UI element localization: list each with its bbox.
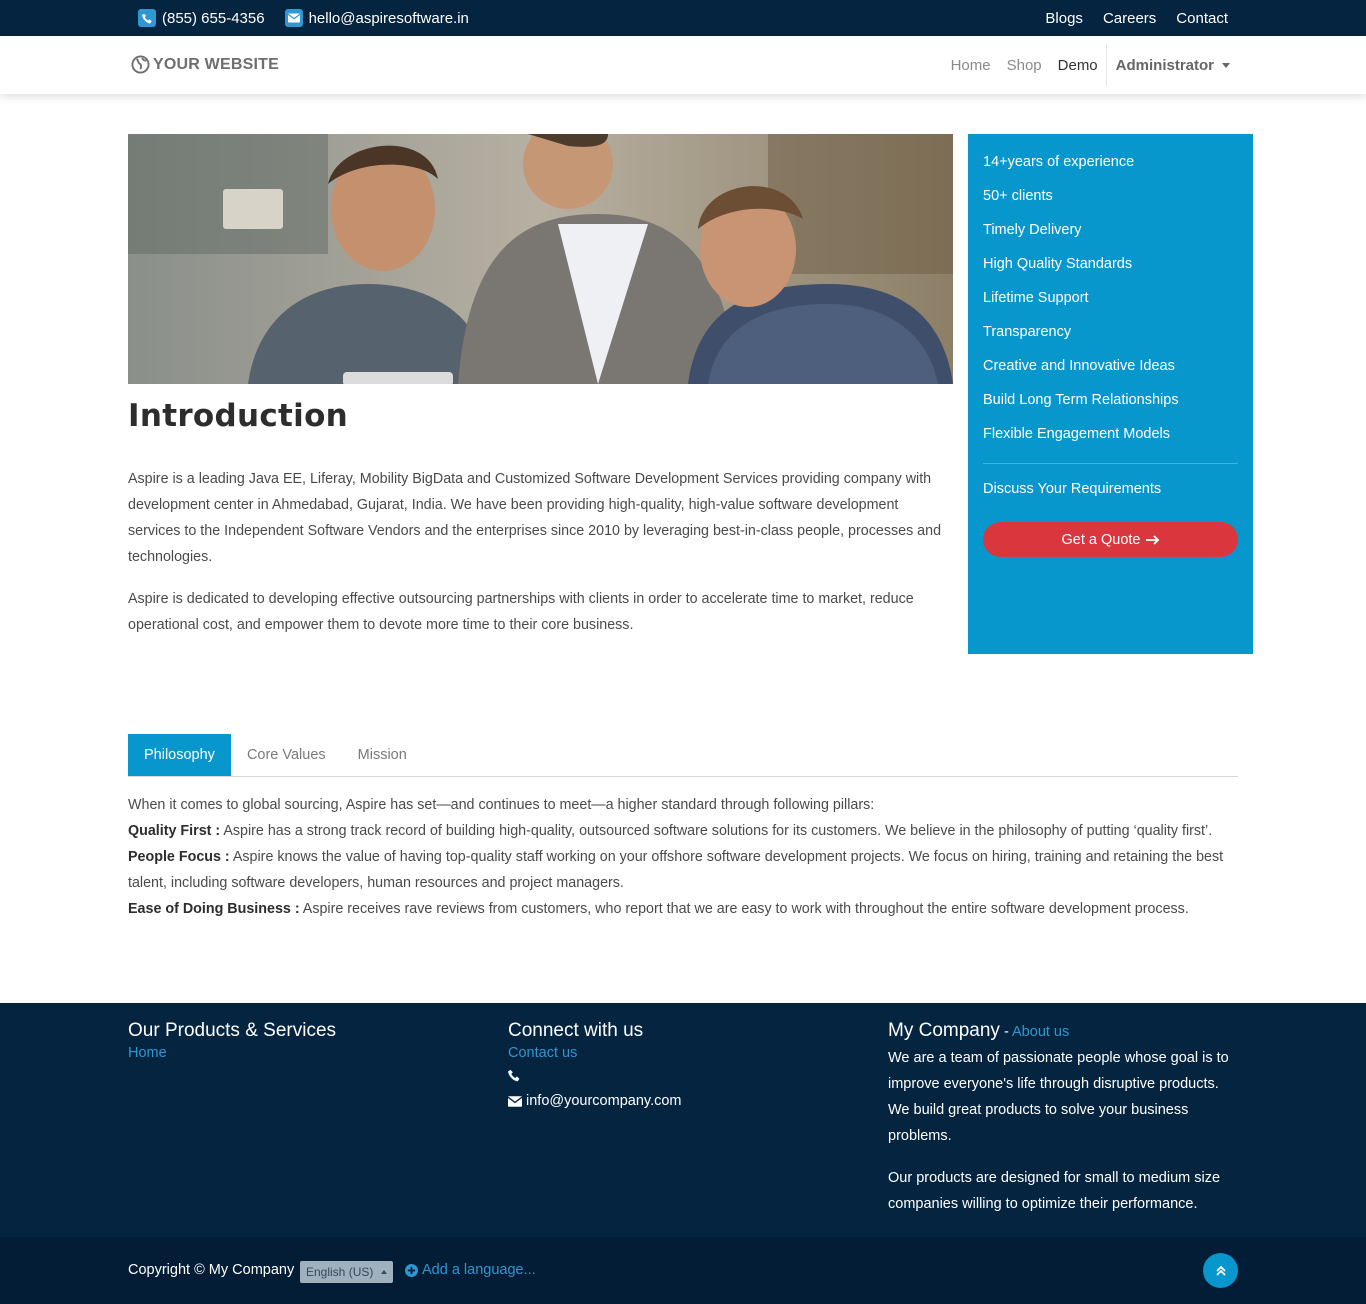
nav-shop[interactable]: Shop <box>999 57 1050 74</box>
get-quote-label: Get a Quote <box>1061 531 1141 548</box>
top-bar: (855) 655-4356 hello@aspiresoftware.in B… <box>0 0 1366 36</box>
topbar-link-blogs[interactable]: Blogs <box>1045 10 1083 27</box>
logo-text: YOUR WEBSITE <box>153 55 279 73</box>
phone-number: (855) 655-4356 <box>162 9 265 27</box>
intro-title: Introduction <box>128 398 349 434</box>
footer-email-address: info@yourcompany.com <box>526 1093 682 1109</box>
site-footer: Our Products & Services Home Connect wit… <box>0 1003 1366 1237</box>
phone-contact[interactable]: (855) 655-4356 <box>138 9 265 27</box>
pillar-people-focus: People Focus : Aspire knows the value of… <box>128 844 1238 896</box>
highlight-item: Flexible Engagement Models <box>983 426 1170 442</box>
highlight-item: Lifetime Support <box>983 290 1089 306</box>
tab-mission[interactable]: Mission <box>342 734 423 776</box>
highlight-item: 50+ clients <box>983 188 1053 204</box>
language-label: English (US) <box>306 1265 374 1279</box>
company-description-2: Our products are designed for small to m… <box>888 1170 1221 1212</box>
pillar-text: Aspire receives rave reviews from custom… <box>299 901 1189 917</box>
copyright-bar: Copyright © My Company English (US) Add … <box>0 1237 1366 1304</box>
scroll-to-top-button[interactable] <box>1203 1253 1238 1288</box>
topbar-link-careers[interactable]: Careers <box>1103 10 1156 27</box>
phone-icon <box>138 9 156 27</box>
caret-down-icon <box>1222 62 1230 68</box>
footer-products-title: Our Products & Services <box>128 1020 337 1041</box>
philosophy-content: When it comes to global sourcing, Aspire… <box>128 792 1238 922</box>
footer-connect: Connect with us Contact us info@yourcomp… <box>508 1018 848 1114</box>
admin-dropdown[interactable]: Administrator <box>1107 57 1230 74</box>
highlight-item: Build Long Term Relationships <box>983 392 1179 408</box>
copyright-text: Copyright © My Company <box>128 1262 295 1278</box>
site-logo[interactable]: YOUR WEBSITE <box>131 55 279 74</box>
envelope-icon <box>284 9 303 27</box>
double-chevron-up-icon <box>1215 1265 1226 1276</box>
footer-company: My Company - About us We are a team of p… <box>888 1018 1238 1217</box>
highlight-item: Creative and Innovative Ideas <box>983 358 1175 374</box>
tab-core-values[interactable]: Core Values <box>231 734 342 776</box>
add-language-link[interactable]: Add a language... <box>405 1262 536 1278</box>
nav-home[interactable]: Home <box>943 57 999 74</box>
footer-email[interactable]: info@yourcompany.com <box>508 1088 848 1114</box>
company-name: My Company <box>888 1020 1000 1041</box>
pillar-title: Quality First : <box>128 823 221 839</box>
about-tabs: Philosophy Core Values Mission <box>128 734 1238 777</box>
email-address: hello@aspiresoftware.in <box>308 9 469 27</box>
sidebar-divider <box>983 463 1238 464</box>
phone-icon <box>508 1069 520 1081</box>
footer-link-contact-us[interactable]: Contact us <box>508 1045 577 1061</box>
arrow-right-icon <box>1145 534 1159 545</box>
title-separator: - <box>999 1024 1013 1040</box>
get-quote-button[interactable]: Get a Quote <box>983 522 1238 557</box>
discuss-requirements: Discuss Your Requirements <box>983 481 1162 497</box>
pillar-title: Ease of Doing Business : <box>128 901 300 917</box>
pillar-ease-of-business: Ease of Doing Business : Aspire receives… <box>128 896 1238 922</box>
pillar-quality-first: Quality First : Aspire has a strong trac… <box>128 818 1238 844</box>
footer-link-about-us[interactable]: About us <box>1012 1024 1069 1040</box>
topbar-link-contact[interactable]: Contact <box>1176 10 1228 27</box>
main-navbar: YOUR WEBSITE Home Shop Demo Administrato… <box>0 36 1366 94</box>
highlight-item: Timely Delivery <box>983 222 1082 238</box>
pillar-title: People Focus : <box>128 849 230 865</box>
footer-link-home[interactable]: Home <box>128 1045 167 1061</box>
tab-philosophy[interactable]: Philosophy <box>128 734 231 776</box>
caret-up-icon <box>381 1270 388 1274</box>
nav-demo[interactable]: Demo <box>1050 57 1106 74</box>
admin-label: Administrator <box>1115 56 1214 74</box>
email-contact[interactable]: hello@aspiresoftware.in <box>284 9 469 27</box>
plus-circle-icon <box>405 1263 418 1277</box>
company-description-1: We are a team of passionate people whose… <box>888 1050 1229 1144</box>
footer-company-title: My Company - About us <box>888 1018 1238 1045</box>
footer-phone <box>508 1062 848 1088</box>
highlight-item: Transparency <box>983 324 1072 340</box>
envelope-icon <box>508 1095 522 1107</box>
pillar-text: Aspire knows the value of having top-qua… <box>128 849 1224 891</box>
hero-image <box>128 134 953 384</box>
globe-icon <box>131 55 150 74</box>
intro-paragraph-2: Aspire is dedicated to developing effect… <box>128 591 914 633</box>
footer-products: Our Products & Services Home <box>128 1018 468 1062</box>
footer-connect-title: Connect with us <box>508 1020 644 1041</box>
add-language-label: Add a language... <box>422 1262 536 1278</box>
language-selector[interactable]: English (US) <box>300 1261 394 1283</box>
highlight-item: 14+years of experience <box>983 154 1135 170</box>
highlights-sidebar: 14+years of experience 50+ clients Timel… <box>968 134 1253 654</box>
pillar-text: Aspire has a strong track record of buil… <box>220 823 1213 839</box>
philosophy-intro: When it comes to global sourcing, Aspire… <box>128 797 875 813</box>
intro-paragraph-1: Aspire is a leading Java EE, Liferay, Mo… <box>128 471 942 565</box>
highlight-item: High Quality Standards <box>983 256 1133 272</box>
